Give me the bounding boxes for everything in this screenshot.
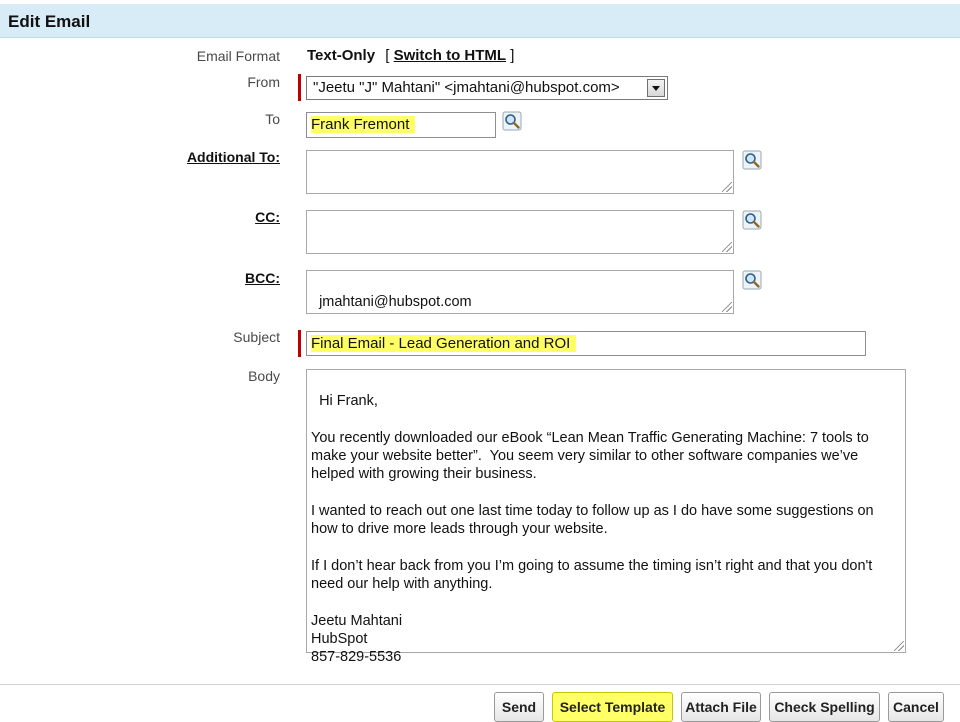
resize-handle[interactable] <box>722 182 732 192</box>
cc-textarea[interactable] <box>306 210 734 254</box>
page-title: Edit Email <box>8 12 91 31</box>
bcc-lookup-icon[interactable] <box>742 270 762 290</box>
email-format-label: Email Format <box>196 48 280 64</box>
bcc-textarea[interactable]: jmahtani@hubspot.com <box>306 270 734 314</box>
additional-to-textarea[interactable] <box>306 150 734 194</box>
cc-lookup-icon[interactable] <box>742 210 762 230</box>
subject-input-value: Final Email - Lead Generation and ROI <box>311 335 577 352</box>
to-input-value: Frank Fremont <box>311 116 416 133</box>
from-select[interactable]: "Jeetu "J" Mahtani" <jmahtani@hubspot.co… <box>306 76 668 100</box>
page-header: Edit Email <box>0 0 960 38</box>
additional-to-lookup-icon[interactable] <box>742 150 762 170</box>
cancel-button[interactable]: Cancel <box>888 692 944 722</box>
send-button[interactable]: Send <box>494 692 544 722</box>
chevron-down-icon[interactable] <box>647 79 665 97</box>
subject-input[interactable]: Final Email - Lead Generation and ROI <box>306 331 866 356</box>
to-lookup-icon[interactable] <box>502 111 522 131</box>
body-label: Body <box>248 368 280 384</box>
to-input[interactable]: Frank Fremont <box>306 112 496 138</box>
attach-file-button[interactable]: Attach File <box>681 692 761 722</box>
subject-label: Subject <box>233 329 280 345</box>
cc-label[interactable]: CC: <box>80 209 280 225</box>
subject-required-indicator <box>298 330 301 357</box>
select-template-button[interactable]: Select Template <box>552 692 673 722</box>
body-textarea[interactable]: Hi Frank, You recently downloaded our eB… <box>306 369 906 665</box>
from-label: From <box>247 74 280 90</box>
bracket-close: ] <box>510 47 515 64</box>
body-value: Hi Frank, You recently downloaded our eB… <box>311 393 874 666</box>
from-required-indicator <box>298 74 301 101</box>
check-spelling-button[interactable]: Check Spelling <box>769 692 880 722</box>
email-format-value: Text-Only <box>307 47 376 64</box>
bracket-open: [ <box>385 47 390 64</box>
resize-handle[interactable] <box>894 641 904 651</box>
from-select-value: "Jeetu "J" Mahtani" <jmahtani@hubspot.co… <box>313 79 620 96</box>
to-label: To <box>265 111 280 127</box>
bcc-label[interactable]: BCC: <box>80 270 280 286</box>
email-format-row: Text-Only [ Switch to HTML ] <box>307 47 514 64</box>
resize-handle[interactable] <box>722 242 732 252</box>
footer-divider <box>0 684 960 685</box>
switch-to-html-link[interactable]: Switch to HTML <box>394 47 507 64</box>
resize-handle[interactable] <box>722 302 732 312</box>
bcc-value: jmahtani@hubspot.com <box>319 294 472 311</box>
additional-to-label[interactable]: Additional To: <box>80 149 280 165</box>
